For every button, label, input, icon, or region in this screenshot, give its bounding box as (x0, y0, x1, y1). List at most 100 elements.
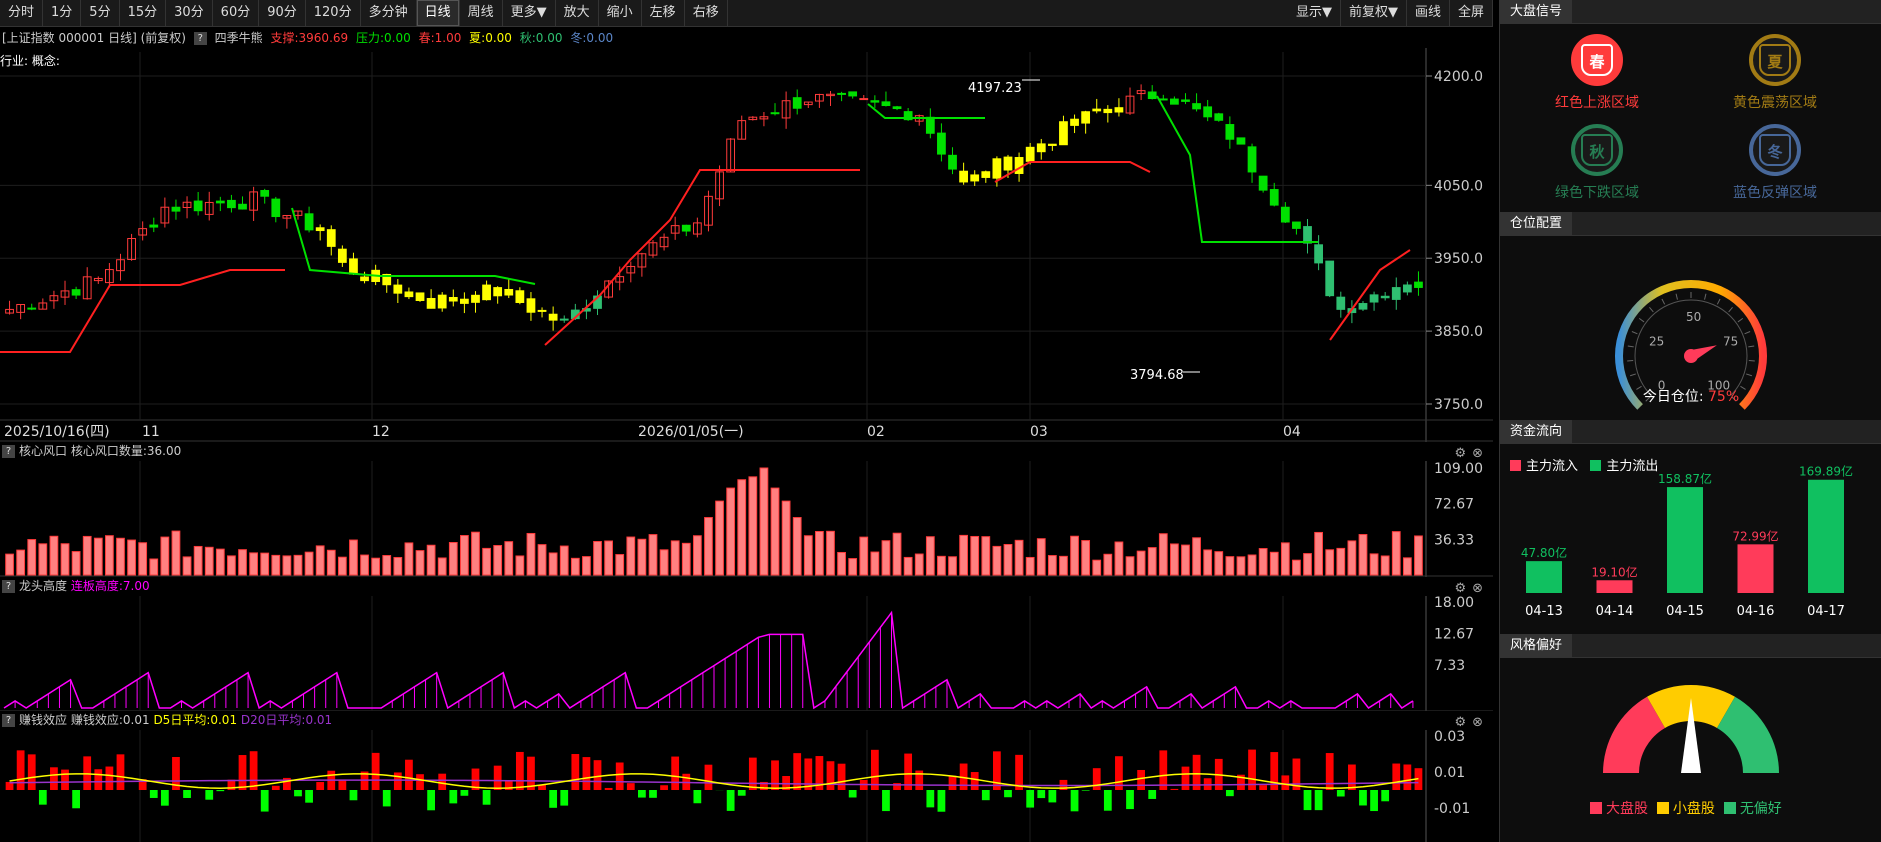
candle-body (925, 116, 935, 134)
panel1-bar (637, 538, 647, 576)
help-icon[interactable]: ? (2, 580, 15, 593)
close-icon[interactable]: ⊗ (1472, 446, 1483, 461)
panel1-bar (892, 532, 902, 576)
panel3-bar (527, 756, 535, 790)
flow-bar (1667, 487, 1703, 593)
panel1-bar (116, 537, 125, 576)
season-label: 红色上涨区域 (1555, 95, 1639, 111)
panel1-bar (859, 536, 869, 576)
candle-body (1081, 111, 1091, 124)
price-tick-label: 4200.0 (1434, 69, 1483, 85)
panel1-title: 核心风口 (19, 444, 68, 458)
candle-body (1014, 157, 1024, 174)
panel3-bar (515, 751, 524, 790)
panel1-bar (82, 535, 92, 576)
style-title: 风格偏好 (1500, 634, 1881, 658)
panel1-bar (293, 554, 303, 576)
panel1-bar (1247, 554, 1257, 576)
close-icon[interactable]: ⊗ (1472, 581, 1483, 596)
candle-body (1247, 146, 1257, 173)
panel3-bar (671, 756, 680, 790)
panel1-bar (1147, 547, 1157, 576)
panel3-bar (149, 790, 158, 798)
panel3-bar (1159, 750, 1168, 790)
candle-body (1192, 103, 1201, 110)
panel3-bar (427, 790, 435, 811)
style-large: 大盘股 (1606, 801, 1648, 817)
panel1-bar (127, 539, 136, 576)
panel3-bar (693, 790, 702, 804)
panel1-bar (1170, 543, 1179, 576)
candle-body (992, 158, 1002, 179)
panel1-bar (1181, 544, 1190, 576)
panel1-bar (27, 539, 37, 576)
panel1-bar (692, 535, 702, 576)
panel3-bar (393, 772, 402, 790)
panel1-bar (504, 541, 514, 576)
candle-body (1280, 206, 1290, 223)
candle-body (1036, 143, 1046, 153)
panel1-bar (959, 534, 968, 576)
date-axis-label: 02 (867, 424, 885, 440)
help-icon[interactable]: ? (2, 445, 15, 458)
candle-body (1314, 244, 1323, 264)
gauge-hub (1684, 349, 1698, 363)
flow-bar (1808, 479, 1844, 593)
panel3-bar (948, 775, 957, 790)
panel2-lines (3, 610, 1414, 710)
panel1-bar (925, 536, 935, 576)
panel1-tick-label: 72.67 (1434, 497, 1474, 513)
candle-body (1369, 294, 1379, 303)
settings-icon[interactable]: ⚙ (1454, 715, 1466, 730)
panel3-bar (1225, 790, 1234, 797)
panel3-title: 赚钱效应 (19, 713, 68, 727)
help-icon[interactable]: ? (2, 714, 15, 727)
panel1-bar (937, 555, 946, 576)
candle-body (959, 170, 968, 183)
panel1-bar (138, 542, 148, 576)
panel3-bar (382, 790, 391, 807)
panel1-bar (404, 542, 414, 576)
panel1-bar (227, 555, 236, 576)
flow-bar-value: 158.87亿 (1658, 471, 1712, 486)
panel1-bar (1336, 547, 1346, 576)
candle-body (948, 154, 957, 170)
candle-body (271, 198, 281, 218)
candle-body (471, 294, 480, 303)
gauge-tick (1704, 293, 1707, 300)
candle-body (304, 213, 314, 231)
gauge-tick (1627, 345, 1634, 348)
close-icon[interactable]: ⊗ (1472, 715, 1483, 730)
gauge-tick (1728, 307, 1733, 313)
candle-body (515, 290, 525, 303)
candle-body (1303, 226, 1312, 244)
panel3-bar (94, 769, 103, 790)
candle-body (1380, 295, 1390, 299)
panel2-sub: 连板高度:7.00 (70, 579, 150, 593)
panel1-bar (93, 537, 103, 576)
gauge-tick (1631, 331, 1638, 335)
candle-body (937, 132, 946, 155)
panel1-bar (371, 557, 381, 576)
candle-body (1225, 124, 1235, 140)
panel1-bar (60, 543, 70, 576)
settings-icon[interactable]: ⚙ (1454, 581, 1466, 596)
gauge-tick (1716, 298, 1721, 305)
panel3-bar (238, 755, 247, 790)
candle-body (1402, 284, 1412, 293)
style-none: 无偏好 (1739, 801, 1782, 817)
panel3-bar (1314, 790, 1323, 811)
candle-body (1181, 99, 1190, 102)
candle-body (337, 248, 347, 263)
position-gauge: 0 25 50 75 100 今日仓位: 75% (1500, 236, 1881, 420)
candle-body (349, 258, 358, 275)
panel3-bar (1370, 790, 1378, 812)
panel1-bar (704, 517, 713, 576)
panel3-bar (560, 790, 569, 806)
settings-icon[interactable]: ⚙ (1454, 446, 1466, 461)
flow-date-label: 04-13 (1525, 604, 1563, 619)
gauge-tick (1748, 345, 1755, 348)
panel1-bar (149, 558, 159, 576)
panel1-bar (271, 554, 281, 576)
flow-bar (1526, 561, 1562, 593)
